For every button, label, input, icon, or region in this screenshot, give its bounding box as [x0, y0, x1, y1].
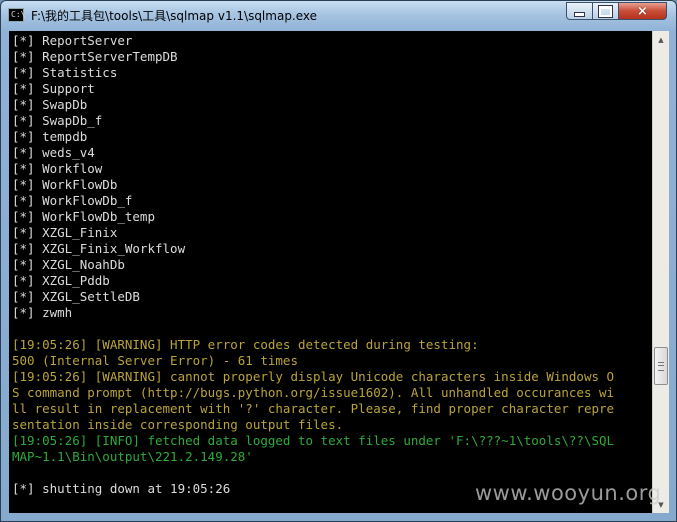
console-line: MAP~1.1\Bin\output\221.2.149.28' — [12, 449, 253, 464]
console-line: S command prompt (http://bugs.python.org… — [12, 385, 615, 400]
minimize-button[interactable] — [566, 2, 593, 20]
console-line: sentation inside corresponding output fi… — [12, 417, 344, 432]
console-line: [*] XZGL_Finix — [12, 225, 118, 240]
title-bar[interactable]: C:\ F:\我的工具包\tools\工具\sqlmap v1.1\sqlmap… — [1, 1, 676, 31]
console-app-icon[interactable]: C:\ — [8, 8, 26, 22]
console-line: [19:05:26] [WARNING] HTTP error codes de… — [12, 337, 479, 352]
console-line: [19:05:26] [INFO] fetched data logged to… — [12, 433, 615, 448]
app-icon-text: C:\ — [11, 10, 26, 19]
vertical-scrollbar[interactable]: ▲ ▼ — [652, 31, 669, 513]
console-line: [*] XZGL_NoahDb — [12, 257, 125, 272]
console-line: [*] WorkFlowDb — [12, 177, 118, 192]
console-line: [*] XZGL_Pddb — [12, 273, 110, 288]
console-output[interactable]: [*] ReportServer [*] ReportServerTempDB [*… — [9, 31, 652, 513]
console-line: [*] Workflow — [12, 161, 103, 176]
console-line: [*] WorkFlowDb_temp — [12, 209, 155, 224]
console-window: C:\ F:\我的工具包\tools\工具\sqlmap v1.1\sqlmap… — [0, 0, 677, 522]
console-line: [*] WorkFlowDb_f — [12, 193, 133, 208]
scroll-up-button[interactable]: ▲ — [653, 31, 669, 48]
window-title: F:\我的工具包\tools\工具\sqlmap v1.1\sqlmap.exe — [31, 9, 318, 23]
close-icon: × — [637, 3, 648, 19]
console-line: [*] XZGL_SettleDB — [12, 289, 140, 304]
console-line: [*] SwapDb — [12, 97, 88, 112]
console-line: 500 (Internal Server Error) - 61 times — [12, 353, 298, 368]
console-lines: [*] ReportServer [*] ReportServerTempDB [*… — [12, 33, 614, 497]
console-line: [*] tempdb — [12, 129, 88, 144]
maximize-button[interactable] — [592, 2, 619, 20]
console-line: [*] ReportServer — [12, 33, 133, 48]
console-line: [*] SwapDb_f — [12, 113, 103, 128]
scrollbar-thumb[interactable] — [654, 347, 668, 385]
console-line: [*] Support — [12, 81, 95, 96]
close-button[interactable]: × — [618, 2, 667, 20]
console-line: [*] ReportServerTempDB — [12, 49, 178, 64]
console-line: ll result in replacement with '?' charac… — [12, 401, 615, 416]
console-line: [*] XZGL_Finix_Workflow — [12, 241, 186, 256]
scroll-up-icon: ▲ — [658, 35, 664, 44]
console-line: [*] weds_v4 — [12, 145, 95, 160]
minimize-icon — [574, 11, 585, 17]
watermark: www.wooyun.org — [475, 481, 662, 505]
console-line: [19:05:26] [WARNING] cannot properly dis… — [12, 369, 615, 384]
console-line: [*] Statistics — [12, 65, 118, 80]
maximize-icon — [598, 4, 613, 18]
console-line: [*] zwmh — [12, 305, 73, 320]
